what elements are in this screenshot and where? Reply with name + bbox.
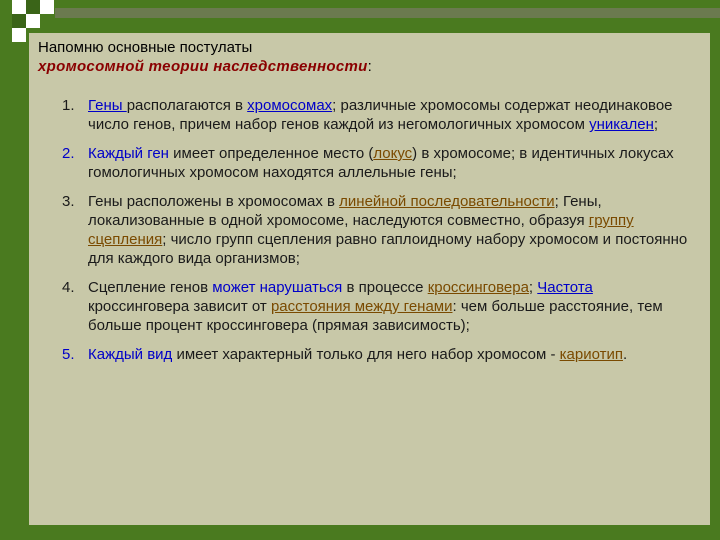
text-segment: имеет определенное место ( — [168, 145, 374, 162]
heading-line-2: хромосомной теории наследственности: — [38, 57, 372, 76]
decor-square — [26, 14, 40, 28]
item-number: 4. — [62, 279, 75, 296]
term-genes: Гены — [88, 97, 127, 114]
text-segment: ; — [528, 279, 538, 296]
decor-square — [12, 28, 26, 42]
decor-square — [40, 0, 54, 14]
term-each-species: Каждый вид — [88, 346, 173, 363]
text-segment: . — [622, 346, 628, 363]
decor-square — [12, 14, 26, 28]
heading-colon: : — [367, 58, 372, 75]
term-each-gene: Каждый ген — [88, 145, 169, 162]
term-chromosomes: хромосомах — [247, 97, 333, 114]
decor-square — [26, 0, 40, 14]
list-item: 2. Каждый ген имеет определенное место (… — [54, 144, 694, 182]
text-segment: Сцепление генов — [88, 279, 213, 296]
text-segment: Гены расположены в хромосомах в — [88, 193, 340, 210]
item-number: 3. — [62, 193, 75, 210]
text-segment: имеет характерный только для него набор … — [172, 346, 560, 363]
text-segment: в процессе — [342, 279, 428, 296]
text-segment: ; — [653, 116, 659, 133]
slide-heading: Напомню основные постулаты хромосомной т… — [38, 38, 372, 76]
title-bar-decoration — [55, 8, 720, 18]
term-distance-between-genes: расстояния между генами — [270, 298, 453, 315]
term-may-break: может нарушаться — [212, 279, 343, 296]
text-segment: ; число групп сцепления равно гаплоидном… — [88, 231, 688, 267]
item-number: 2. — [62, 145, 75, 162]
text-segment: располагаются в — [126, 97, 248, 114]
list-item: 3. Гены расположены в хромосомах в линей… — [54, 192, 694, 268]
postulates-list: 1. Гены располагаются в хромосомах; разл… — [54, 96, 694, 364]
list-item: 4. Сцепление генов может нарушаться в пр… — [54, 278, 694, 335]
term-karyotype: кариотип — [559, 346, 623, 363]
heading-line-1: Напомню основные постулаты — [38, 39, 253, 56]
list-item: 1. Гены располагаются в хромосомах; разл… — [54, 96, 694, 134]
term-unique: уникален — [589, 116, 654, 133]
text-segment: кроссинговера зависит от — [88, 298, 271, 315]
term-frequency: Частота — [537, 279, 593, 296]
list-item: 5. Каждый вид имеет характерный только д… — [54, 345, 694, 364]
term-crossing-over: кроссинговера — [427, 279, 529, 296]
term-linear-sequence: линейной последовательности — [339, 193, 555, 210]
item-number: 1. — [62, 97, 75, 114]
term-locus: локус — [373, 145, 413, 162]
decor-square — [12, 0, 26, 14]
item-number: 5. — [62, 346, 75, 363]
heading-emphasis: хромосомной теории наследственности — [38, 58, 368, 75]
